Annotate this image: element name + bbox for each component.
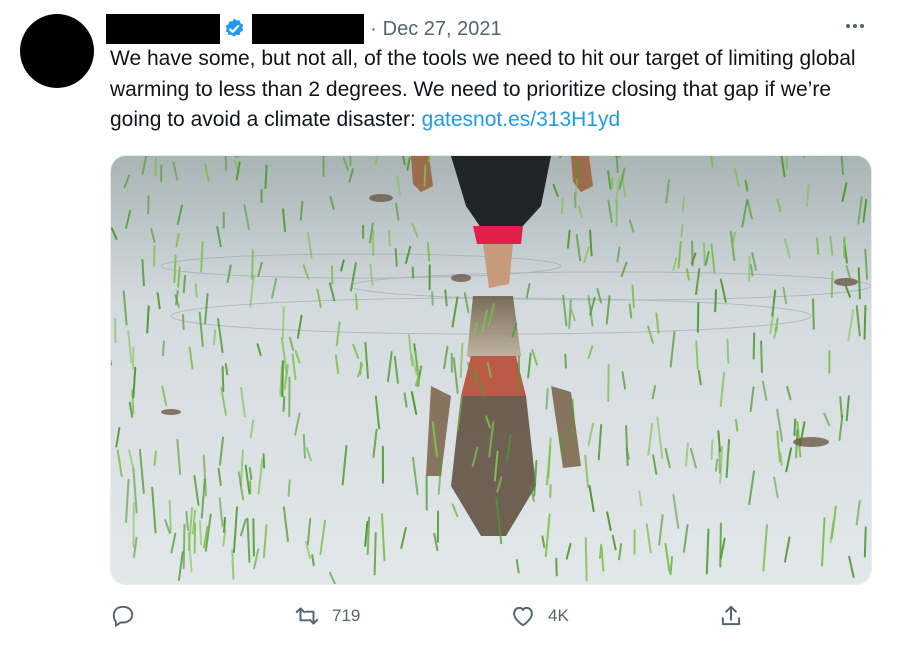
reply-icon: [112, 605, 134, 627]
avatar[interactable]: [20, 14, 94, 88]
redacted-display-name[interactable]: [106, 14, 220, 44]
tweet-photo[interactable]: [110, 155, 872, 585]
retweet-icon: [295, 607, 319, 625]
like-count: 4K: [548, 606, 569, 625]
header-separator: ·: [370, 17, 377, 40]
rice-paddy-photo-icon: [111, 156, 871, 584]
share-icon: [721, 605, 741, 626]
retweet-button[interactable]: 719: [294, 598, 360, 634]
tweet-header: · Dec 27, 2021: [106, 12, 877, 46]
redacted-handle[interactable]: [252, 14, 364, 44]
tweet-actions: 719 4K: [110, 598, 770, 634]
reply-button[interactable]: [110, 598, 148, 634]
more-options-icon[interactable]: [843, 14, 867, 38]
retweet-count: 719: [332, 606, 361, 625]
share-button[interactable]: [718, 598, 756, 634]
tweet-date[interactable]: Dec 27, 2021: [383, 18, 502, 41]
tweet-text: We have some, but not all, of the tools …: [110, 44, 880, 136]
verified-badge-icon: [222, 17, 246, 41]
like-button[interactable]: 4K: [510, 598, 569, 634]
tweet-link[interactable]: gatesnot.es/313H1yd: [422, 108, 620, 131]
heart-icon: [513, 606, 533, 627]
